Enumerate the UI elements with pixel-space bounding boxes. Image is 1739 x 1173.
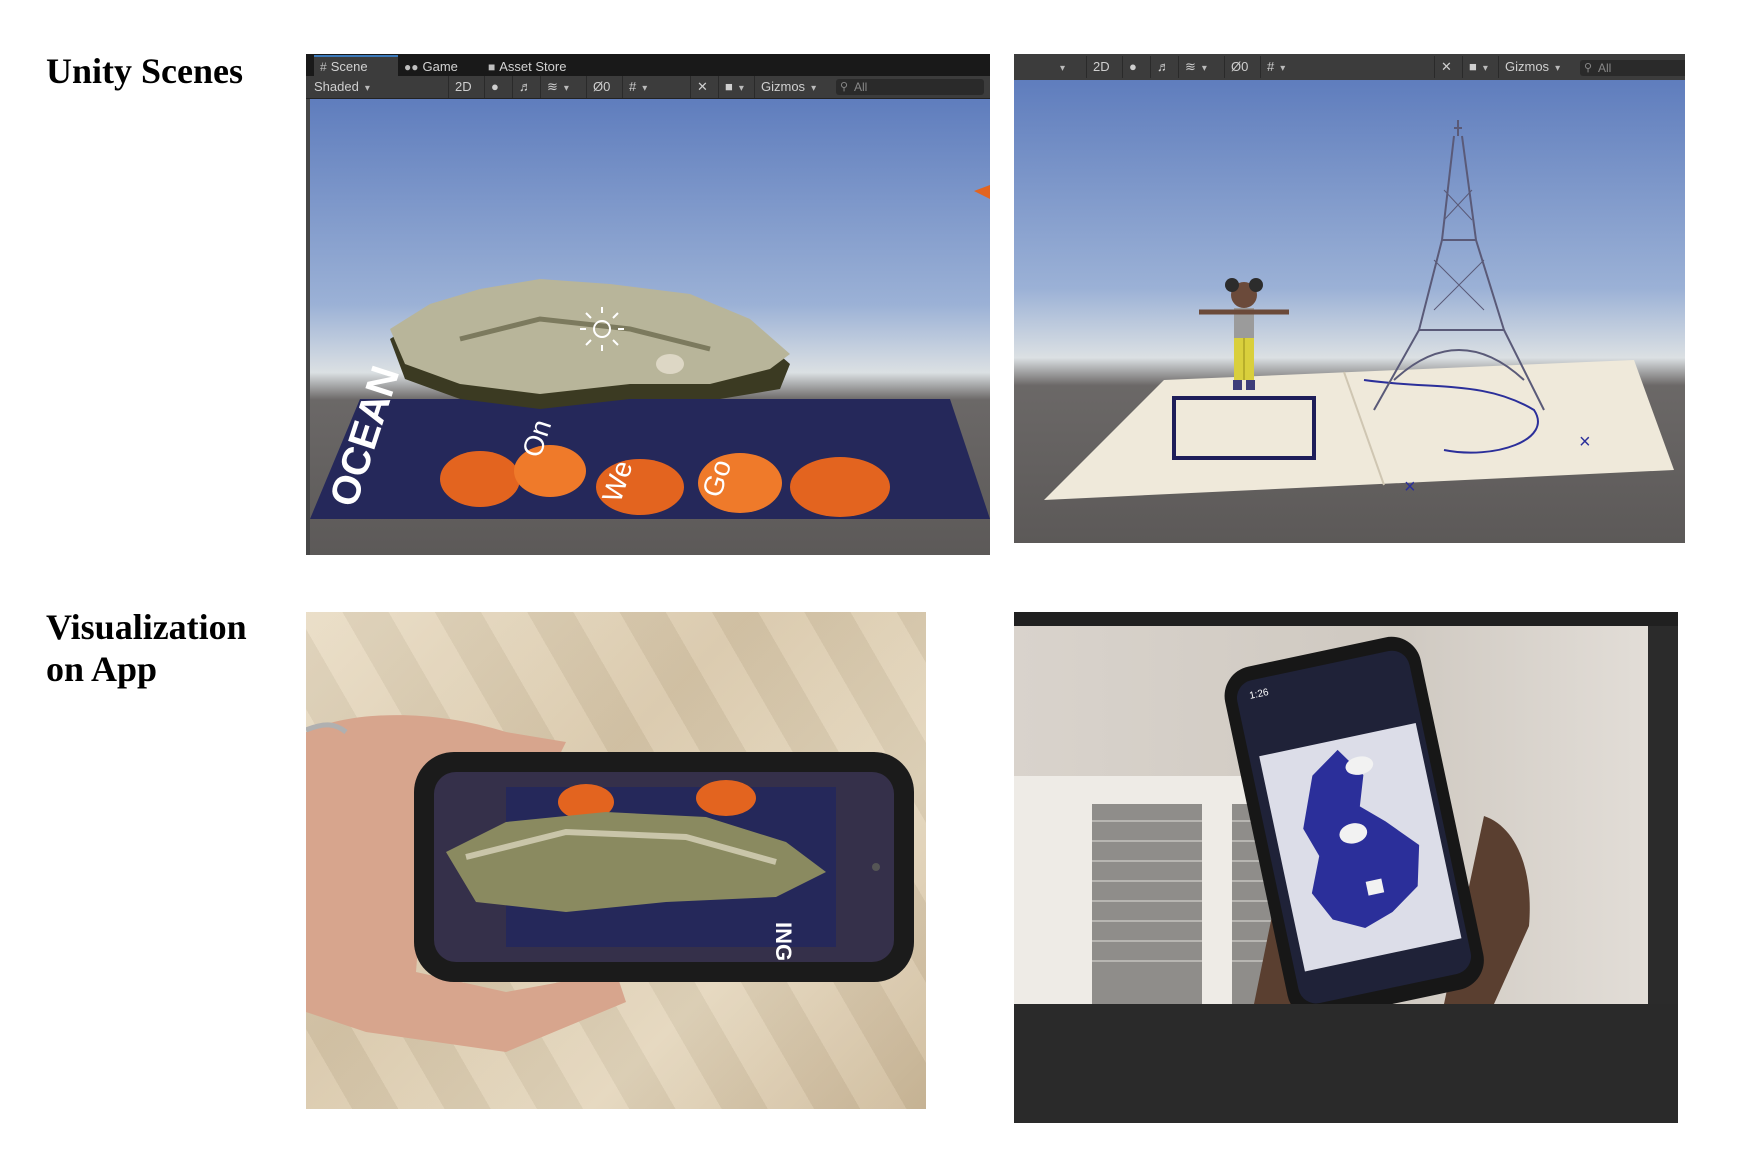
tab-asset-store[interactable]: ■ Asset Store xyxy=(482,57,598,76)
shading-mode-dropdown[interactable] xyxy=(1054,56,1065,78)
phone-photo-render: ING xyxy=(306,715,914,1052)
row-label-visualization-on-app: Visualization on App xyxy=(46,606,247,690)
search-icon: ⚲ xyxy=(840,81,849,93)
gizmos-dropdown[interactable]: Gizmos xyxy=(754,76,822,98)
search-placeholder: All xyxy=(854,80,868,94)
unity-scene-panel-left: #Scene ●●Game ■Asset Store Shaded 2D ● ♬… xyxy=(306,54,990,555)
tools-icon[interactable]: ✕ xyxy=(1434,56,1458,78)
camera-icon[interactable]: ■ xyxy=(718,76,750,98)
scene-search-input[interactable]: ⚲ All xyxy=(1580,60,1685,76)
row-label-line-2: on App xyxy=(46,649,158,689)
game-view-image: 1:26 xyxy=(1014,626,1648,1004)
search-icon: ⚲ xyxy=(1584,62,1593,74)
hidden-objects-icon[interactable]: Ø0 xyxy=(586,76,616,98)
tab-game[interactable]: ●● Game xyxy=(398,57,474,76)
shading-mode-dropdown[interactable]: Shaded xyxy=(314,76,434,98)
hidden-objects-icon[interactable]: Ø0 xyxy=(1224,56,1254,78)
app-photo-left: ING xyxy=(306,612,926,1109)
gamepad-icon: ●● xyxy=(404,60,419,74)
app-photo-right: 1:26 xyxy=(1014,612,1678,1123)
lighting-toggle-icon[interactable]: ● xyxy=(1122,56,1143,78)
card-mat xyxy=(1044,360,1674,500)
window-shutter-left xyxy=(1092,804,1202,1004)
tools-icon[interactable]: ✕ xyxy=(690,76,714,98)
axis-gizmo-icon[interactable] xyxy=(974,185,990,199)
effects-toggle-icon[interactable]: ≋ xyxy=(540,76,575,98)
grid-snap-icon[interactable]: # xyxy=(1260,56,1291,78)
audio-toggle-icon[interactable]: ♬ xyxy=(1150,56,1176,78)
camera-icon[interactable]: ■ xyxy=(1462,56,1494,78)
game-view-footer xyxy=(1014,1004,1678,1123)
avatar-character xyxy=(1199,278,1289,390)
tab-label: Game xyxy=(422,59,458,74)
grid-icon: # xyxy=(320,60,327,74)
scene-viewport[interactable]: × × xyxy=(1014,80,1685,543)
toggle-2d-button[interactable]: 2D xyxy=(1086,56,1116,78)
gizmos-dropdown[interactable]: Gizmos xyxy=(1498,56,1566,78)
lighting-toggle-icon[interactable]: ● xyxy=(484,76,505,98)
scene-render: × × xyxy=(1044,120,1674,500)
scene-toolbar: 2D ● ♬ ≋ Ø0 # ✕ ■ Gizmos ⚲ All xyxy=(1014,54,1685,81)
hidden-count: 0 xyxy=(603,79,611,94)
toggle-2d-button[interactable]: 2D xyxy=(448,76,478,98)
room-photo-render: 1:26 xyxy=(1014,636,1530,1004)
hidden-count: 0 xyxy=(1241,59,1249,74)
unity-scene-panel-right: 2D ● ♬ ≋ Ø0 # ✕ ■ Gizmos ⚲ All × × xyxy=(1014,54,1685,543)
row-label-line-1: Visualization xyxy=(46,607,247,647)
card-mark-2: × xyxy=(1579,431,1591,453)
tab-label: Asset Store xyxy=(499,59,567,74)
editor-tab-bar: # Scene ●● Game ■ Asset Store xyxy=(306,54,990,76)
effects-toggle-icon[interactable]: ≋ xyxy=(1178,56,1213,78)
tab-scene[interactable]: # Scene xyxy=(314,55,398,76)
search-placeholder: All xyxy=(1598,61,1612,75)
bag-icon: ■ xyxy=(488,60,496,74)
grid-snap-icon[interactable]: # xyxy=(622,76,653,98)
tab-label: Scene xyxy=(330,59,368,74)
audio-toggle-icon[interactable]: ♬ xyxy=(512,76,538,98)
book-text-on-screen: ING xyxy=(771,922,796,961)
scene-toolbar: Shaded 2D ● ♬ ≋ Ø0 # ✕ ■ Gizmos ⚲ All xyxy=(306,76,990,99)
card-mark-1: × xyxy=(1404,476,1416,498)
phone-camera-icon xyxy=(872,863,880,871)
game-view-header xyxy=(1014,612,1678,626)
map-island-top xyxy=(390,279,790,394)
scene-viewport[interactable]: OCEAN On We Go xyxy=(310,99,990,555)
row-label-unity-scenes: Unity Scenes xyxy=(46,51,243,91)
scene-render: OCEAN On We Go xyxy=(310,185,990,519)
scene-search-input[interactable]: ⚲ All xyxy=(836,79,984,95)
